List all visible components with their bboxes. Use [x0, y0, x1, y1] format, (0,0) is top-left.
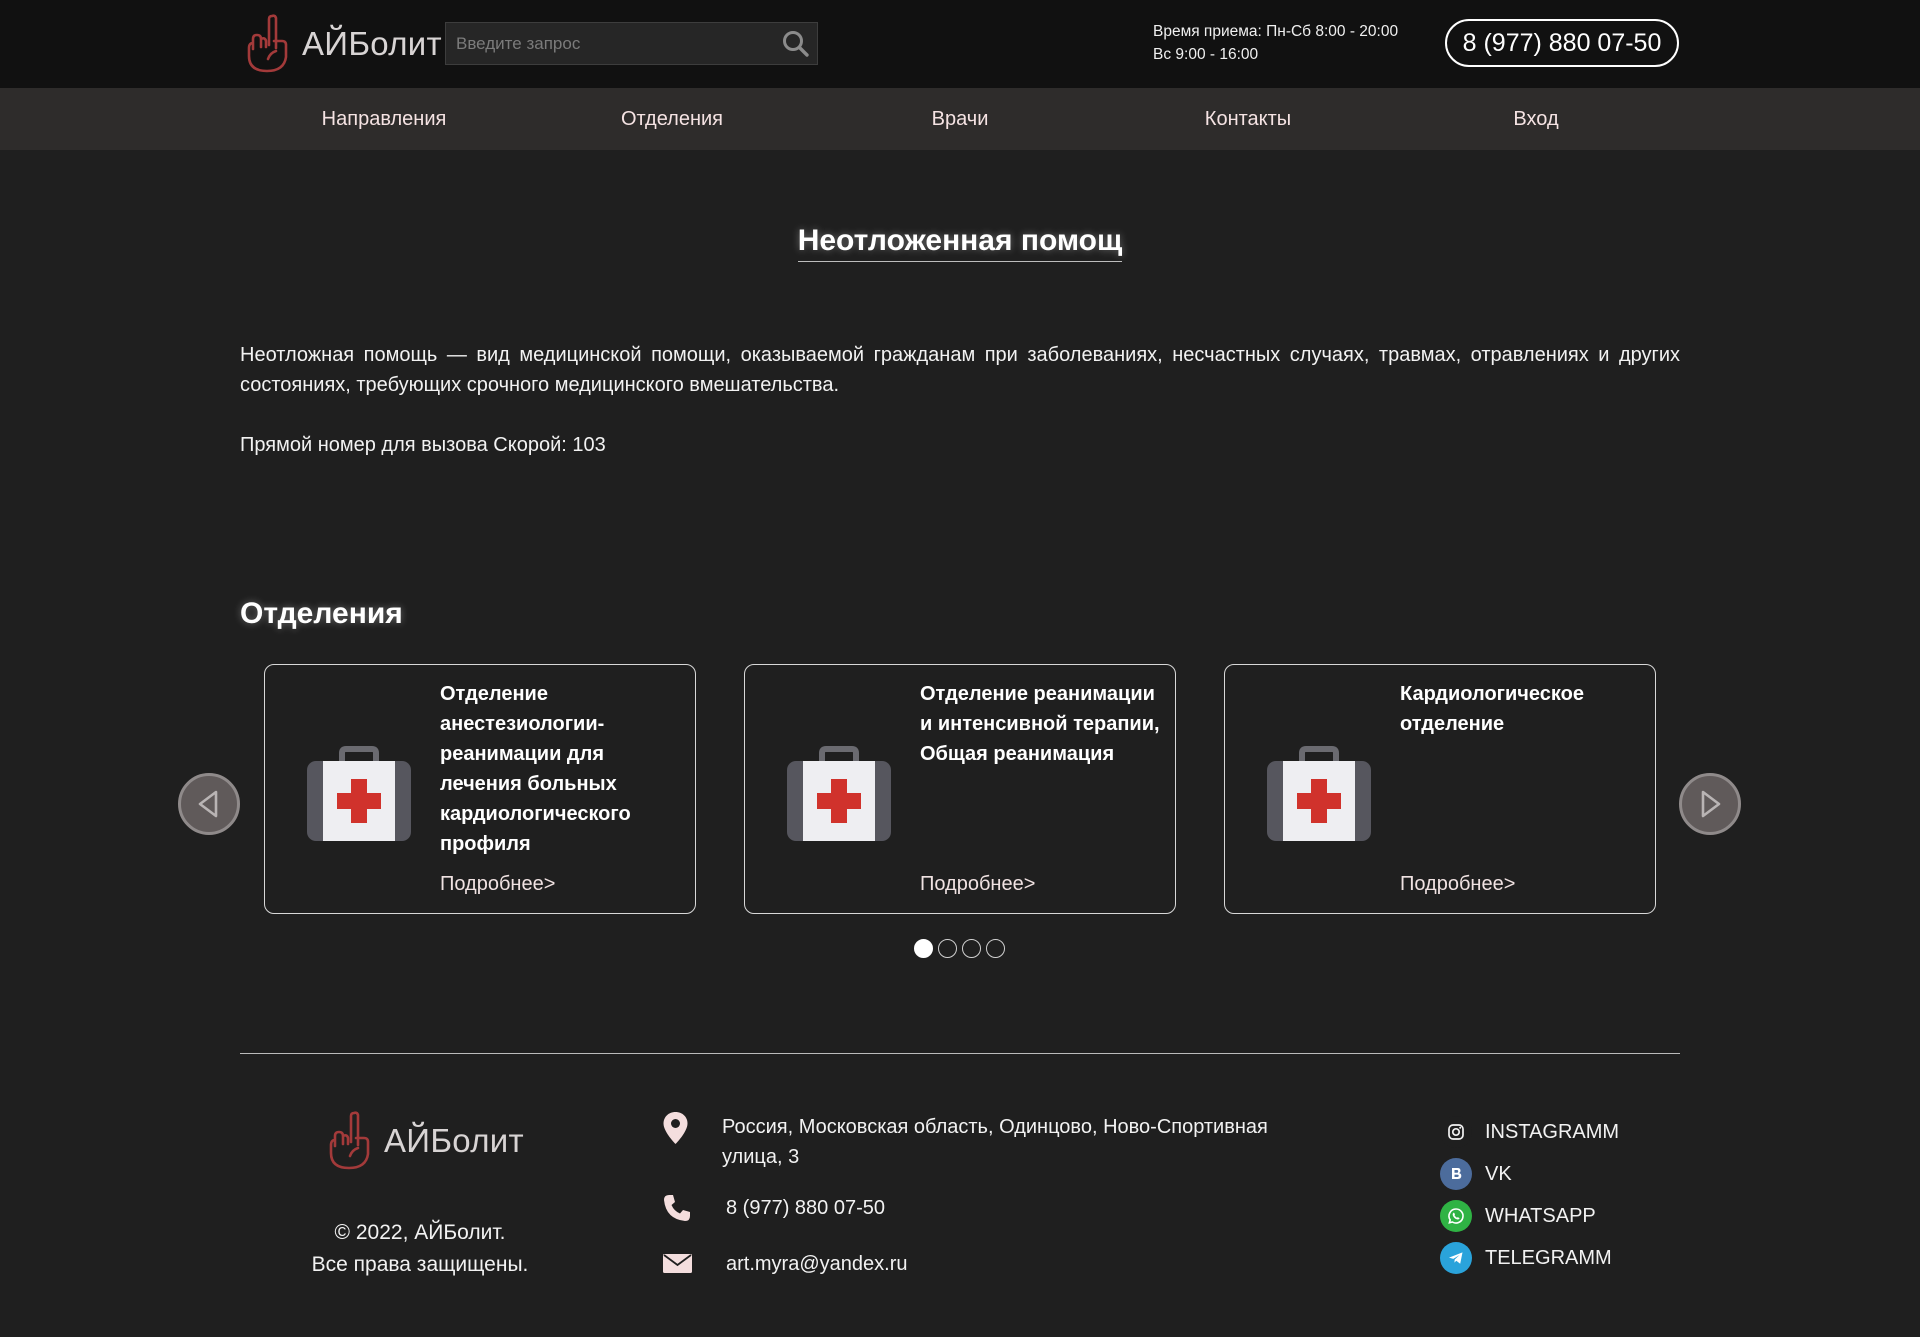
department-card[interactable]: Отделение анестезиологии-реанимации для … [264, 664, 696, 914]
telegram-icon [1440, 1242, 1472, 1274]
footer-address: Россия, Московская область, Одинцово, Но… [722, 1116, 1268, 1168]
copyright: © 2022, АЙБолит. Все права защищены. [240, 1217, 600, 1281]
main-nav: Направления Отделения Врачи Контакты Вхо… [0, 88, 1920, 150]
page-description: Неотложная помощь — вид медицинской помо… [240, 344, 1680, 396]
department-card-title: Отделение анестезиологии-реанимации для … [440, 683, 631, 855]
carousel-dot-3[interactable] [962, 939, 981, 958]
department-card-title: Кардиологическое отделение [1400, 683, 1584, 735]
copyright-line: © 2022, АЙБолит. [334, 1221, 506, 1244]
search-input[interactable] [446, 23, 766, 64]
carousel-dot-1[interactable] [914, 939, 933, 958]
rights-line: Все права защищены. [311, 1253, 529, 1276]
social-telegram-link[interactable]: TELEGRAMM [1440, 1242, 1612, 1274]
first-aid-kit-icon [787, 746, 891, 841]
social-instagram-link[interactable]: INSTAGRAMM [1440, 1116, 1619, 1148]
search-box [445, 22, 818, 65]
nav-item-directions[interactable]: Направления [284, 88, 484, 150]
nav-item-doctors[interactable]: Врачи [860, 88, 1060, 150]
nav-item-departments[interactable]: Отделения [572, 88, 772, 150]
page-title-text: Неотложенная помощ [797, 224, 1123, 262]
social-vk-link[interactable]: VK [1440, 1158, 1512, 1190]
carousel-prev-button[interactable] [178, 773, 240, 835]
department-card-title: Отделение реанимации и интенсивной терап… [920, 683, 1160, 765]
social-whatsapp-link[interactable]: WHATSAPP [1440, 1200, 1596, 1232]
logo-text: АЙБолит [384, 1122, 524, 1159]
footer-phone[interactable]: 8 (977) 880 07-50 [726, 1193, 885, 1223]
department-card-more-link[interactable]: Подробнее> [920, 873, 1035, 896]
social-label: WHATSAPP [1485, 1204, 1596, 1227]
departments-title: Отделения [240, 597, 403, 630]
vk-icon [1440, 1158, 1472, 1190]
department-card[interactable]: Кардиологическое отделение Подробнее> [1224, 664, 1656, 914]
hand-logo-icon [247, 14, 288, 73]
social-label: INSTAGRAMM [1485, 1120, 1620, 1143]
carousel-next-button[interactable] [1679, 773, 1741, 835]
search-icon[interactable] [781, 29, 811, 59]
carousel-pagination [914, 939, 1005, 958]
page-title: Неотложенная помощ [0, 224, 1920, 262]
department-card[interactable]: Отделение реанимации и интенсивной терап… [744, 664, 1176, 914]
footer-email[interactable]: art.myra@yandex.ru [726, 1249, 907, 1279]
department-card-more-link[interactable]: Подробнее> [440, 873, 555, 896]
phone-icon [664, 1195, 690, 1221]
top-header: АЙБолит Время приема: Пн-Сб 8:00 - 20:00… [0, 0, 1920, 88]
first-aid-kit-icon [1267, 746, 1371, 841]
ambulance-number: Прямой номер для вызова Скорой: 103 [240, 434, 606, 456]
footer-logo[interactable]: АЙБолит [328, 1110, 524, 1172]
arrow-left-icon [198, 790, 218, 818]
department-card-more-link[interactable]: Подробнее> [1400, 873, 1515, 896]
carousel-dot-2[interactable] [938, 939, 957, 958]
footer-divider [240, 1053, 1680, 1054]
logo-text: АЙБолит [302, 25, 442, 62]
phone-button[interactable]: 8 (977) 880 07-50 [1445, 19, 1679, 67]
social-label: TELEGRAMM [1485, 1246, 1612, 1269]
header-logo[interactable]: АЙБолит [246, 13, 442, 75]
instagram-icon [1440, 1116, 1472, 1148]
hand-logo-icon [329, 1111, 370, 1170]
location-pin-icon [663, 1112, 688, 1144]
arrow-right-icon [1701, 790, 1721, 818]
hours-weekdays: Время приема: Пн-Сб 8:00 - 20:00 [1153, 23, 1399, 40]
hours-sunday: Вс 9:00 - 16:00 [1153, 46, 1259, 63]
working-hours: Время приема: Пн-Сб 8:00 - 20:00 Вс 9:00… [1153, 20, 1398, 66]
nav-item-login[interactable]: Вход [1436, 88, 1636, 150]
nav-item-contacts[interactable]: Контакты [1148, 88, 1348, 150]
whatsapp-icon [1440, 1200, 1472, 1232]
first-aid-kit-icon [307, 746, 411, 841]
social-label: VK [1485, 1162, 1512, 1185]
mail-icon [663, 1254, 692, 1273]
carousel-dot-4[interactable] [986, 939, 1005, 958]
